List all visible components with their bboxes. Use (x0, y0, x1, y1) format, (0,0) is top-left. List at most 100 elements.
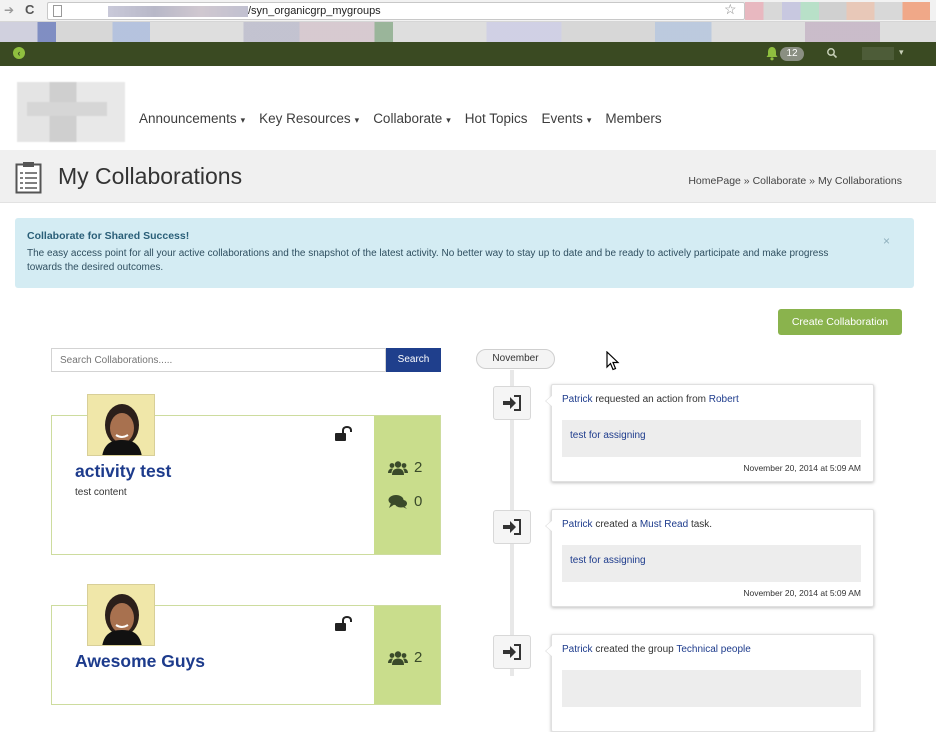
alert-body: The easy access point for all your activ… (27, 248, 829, 273)
breadcrumb-home[interactable]: HomePage (688, 175, 741, 187)
nav-item-collaborate[interactable]: Collaborate ▾ (373, 111, 451, 126)
timeline-event-content: test for assigning (562, 420, 861, 457)
target-link[interactable]: Robert (709, 394, 739, 405)
actor-link[interactable]: Patrick (562, 394, 593, 405)
timeline-event-date: November 20, 2014 at 5:09 AM (743, 463, 861, 473)
nav-label: Events (541, 111, 583, 126)
comment-count-value: 0 (414, 493, 423, 510)
page-icon (53, 5, 62, 17)
event-text: requested an action from (592, 394, 709, 405)
url-redacted (108, 6, 248, 17)
timeline-event-heading: Patrick requested an action from Robert (562, 394, 739, 405)
users-icon (388, 460, 408, 475)
timeline-event-content: test for assigning (562, 545, 861, 582)
collaboration-stats: 2 (374, 606, 440, 704)
site-header: Announcements ▾ Key Resources ▾ Collaborat… (0, 66, 936, 150)
user-menu-redacted[interactable] (862, 47, 894, 60)
breadcrumb-separator: » (740, 175, 753, 187)
main-nav: Announcements ▾ Key Resources ▾ Collaborat… (139, 111, 676, 126)
nav-label: Announcements (139, 111, 237, 126)
nav-label: Collaborate (373, 111, 443, 126)
browser-extensions-redacted (745, 2, 930, 20)
timeline-event-heading: Patrick created a Must Read task. (562, 519, 712, 530)
search-icon[interactable] (826, 47, 838, 59)
timeline-event-card: Patrick created the group Technical peop… (545, 634, 874, 732)
nav-item-announcements[interactable]: Announcements ▾ (139, 111, 245, 126)
breadcrumb-current: My Collaborations (817, 175, 902, 187)
sign-in-icon (503, 519, 521, 535)
notification-count-badge[interactable]: 12 (780, 47, 804, 61)
timeline-event-card: Patrick created a Must Read task. test f… (545, 509, 874, 607)
search-button[interactable]: Search (386, 348, 441, 372)
sign-in-icon (503, 395, 521, 411)
chevron-down-icon: ▾ (586, 115, 592, 125)
collaboration-title[interactable]: Awesome Guys (75, 651, 205, 672)
browser-toolbar: ➔ C /syn_organicgrp_mygroups ☆ (0, 0, 936, 22)
event-text-tail: task. (688, 519, 713, 530)
comment-count: 0 (388, 493, 422, 510)
collaboration-title[interactable]: activity test (75, 461, 171, 482)
nav-item-hot-topics[interactable]: Hot Topics (465, 111, 528, 126)
bookmark-star-icon[interactable]: ☆ (724, 1, 737, 18)
nav-label: Members (605, 111, 662, 126)
timeline-event-icon[interactable] (493, 386, 531, 420)
users-icon (388, 650, 408, 665)
event-content-link[interactable]: test for assigning (570, 555, 646, 566)
chevron-down-icon: ▾ (240, 115, 246, 125)
page-title: My Collaborations (58, 163, 243, 189)
nav-item-key-resources[interactable]: Key Resources ▾ (259, 111, 359, 126)
chevron-down-icon: ▾ (446, 115, 451, 125)
collaboration-card[interactable]: Awesome Guys 2 (51, 584, 441, 705)
actor-link[interactable]: Patrick (562, 644, 593, 655)
address-bar[interactable]: /syn_organicgrp_mygroups (47, 2, 745, 20)
nav-label: Key Resources (259, 111, 351, 126)
event-text: created the group (592, 644, 677, 655)
timeline-event-icon[interactable] (493, 635, 531, 669)
breadcrumb: HomePage » Collaborate » My Collaboratio… (688, 175, 902, 187)
timeline-event-heading: Patrick created the group Technical peop… (562, 644, 751, 655)
avatar[interactable] (87, 584, 155, 646)
timeline-event-icon[interactable] (493, 510, 531, 544)
browser-reload-icon[interactable]: C (25, 2, 34, 17)
page-title-band: My Collaborations HomePage » Collaborate… (0, 150, 936, 203)
collaboration-card[interactable]: activity test test content 2 0 (51, 394, 441, 555)
bell-icon[interactable] (765, 46, 779, 61)
mouse-cursor-icon (606, 351, 620, 371)
breadcrumb-collaborate[interactable]: Collaborate (753, 175, 807, 187)
sign-in-icon (503, 644, 521, 660)
app-topbar: ‹ 12 ▾ (0, 42, 936, 66)
nav-item-events[interactable]: Events ▾ (542, 111, 592, 126)
member-count-value: 2 (414, 459, 423, 476)
timeline-month-label: November (476, 349, 555, 369)
nav-label: Hot Topics (464, 111, 528, 126)
clipboard-icon (15, 162, 42, 194)
target-link[interactable]: Must Read (640, 519, 688, 530)
comments-icon (388, 494, 407, 509)
member-count-value: 2 (414, 649, 423, 666)
nav-item-members[interactable]: Members (605, 111, 661, 126)
timeline-event-date: November 20, 2014 at 5:09 AM (743, 588, 861, 598)
member-count: 2 (388, 459, 422, 476)
unlock-icon (335, 616, 352, 631)
chevron-down-icon: ▾ (354, 115, 360, 125)
alert-title: Collaborate for Shared Success! (27, 230, 190, 242)
collaboration-description: test content (75, 487, 127, 498)
create-collaboration-button[interactable]: Create Collaboration (778, 309, 902, 335)
unlock-icon (335, 426, 352, 441)
event-content-link[interactable]: test for assigning (570, 430, 646, 441)
event-text: created a (592, 519, 640, 530)
info-alert: Collaborate for Shared Success! The easy… (15, 218, 914, 288)
member-count: 2 (388, 649, 422, 666)
avatar[interactable] (87, 394, 155, 456)
back-circle-icon[interactable]: ‹ (13, 47, 25, 59)
browser-back-icon[interactable]: ➔ (4, 3, 14, 17)
bookmarks-bar-redacted (0, 22, 936, 42)
site-logo-redacted[interactable] (17, 82, 125, 142)
actor-link[interactable]: Patrick (562, 519, 593, 530)
close-icon[interactable]: × (883, 234, 890, 248)
target-link[interactable]: Technical people (676, 644, 751, 655)
user-menu-caret-icon[interactable]: ▾ (899, 47, 904, 58)
url-text: /syn_organicgrp_mygroups (248, 5, 381, 17)
search-collaborations-input[interactable] (51, 348, 386, 372)
timeline-event-card: Patrick requested an action from Robert … (545, 384, 874, 482)
